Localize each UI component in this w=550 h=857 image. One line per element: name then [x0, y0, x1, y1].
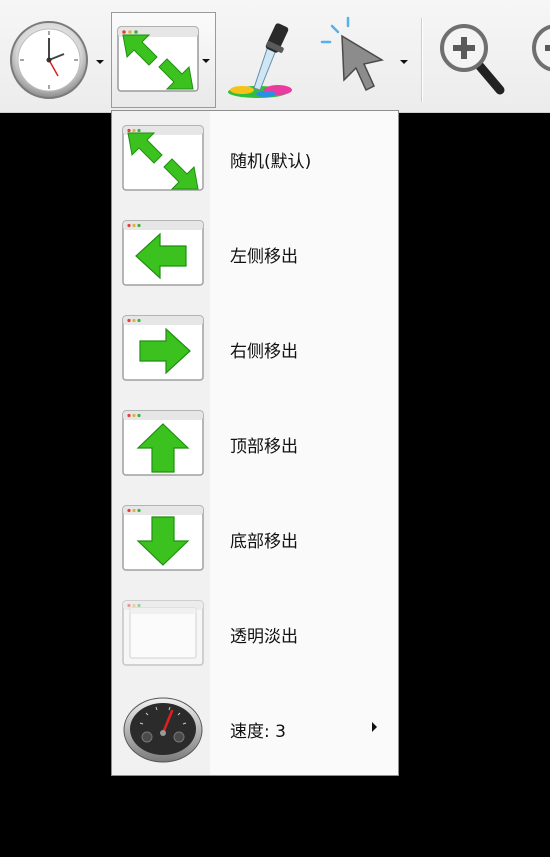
zoom-in-button[interactable]	[434, 10, 514, 100]
menu-item-label: 速度: 3	[230, 722, 286, 742]
transition-effect-menu: 随机(默认) 左侧移出 右侧移出 顶部移出 底部移出 透明淡出 速度: 3	[111, 110, 399, 776]
menu-item-speed[interactable]: 速度: 3	[113, 681, 397, 775]
arrow-right-window-icon	[122, 315, 204, 381]
transition-effect-button[interactable]	[111, 12, 216, 108]
pointer-icon	[320, 16, 384, 92]
clock-dropdown-arrow[interactable]	[96, 60, 104, 64]
toolbar-separator	[421, 18, 422, 102]
menu-item-fade-out[interactable]: 透明淡出	[113, 586, 397, 680]
fade-window-icon	[122, 600, 204, 666]
pointer-button[interactable]	[316, 10, 412, 100]
transition-dropdown-arrow[interactable]	[202, 59, 210, 63]
arrow-down-window-icon	[122, 505, 204, 571]
random-arrows-icon	[122, 125, 204, 191]
zoom-out-button[interactable]	[526, 10, 550, 100]
menu-item-label: 右侧移出	[230, 342, 298, 362]
menu-item-slide-up[interactable]: 顶部移出	[113, 396, 397, 490]
toolbar	[0, 0, 550, 113]
color-picker-button[interactable]	[222, 10, 304, 100]
menu-item-label: 顶部移出	[230, 437, 298, 457]
arrow-left-window-icon	[122, 220, 204, 286]
pointer-dropdown-arrow[interactable]	[400, 60, 408, 64]
clock-button[interactable]	[6, 10, 104, 100]
menu-item-label: 底部移出	[230, 532, 298, 552]
menu-item-label: 随机(默认)	[230, 152, 312, 172]
menu-item-slide-left[interactable]: 左侧移出	[113, 206, 397, 300]
arrow-up-window-icon	[122, 410, 204, 476]
menu-item-label: 左侧移出	[230, 247, 298, 267]
menu-item-random[interactable]: 随机(默认)	[113, 111, 397, 205]
zoom-in-icon	[440, 24, 505, 95]
speedometer-icon	[123, 697, 203, 763]
zoom-out-icon	[532, 24, 550, 72]
submenu-arrow-icon	[372, 722, 377, 732]
clock-icon	[10, 21, 88, 99]
color-picker-icon	[228, 23, 292, 98]
menu-item-slide-down[interactable]: 底部移出	[113, 491, 397, 585]
menu-item-slide-right[interactable]: 右侧移出	[113, 301, 397, 395]
transition-effect-icon	[117, 26, 199, 92]
menu-item-label: 透明淡出	[230, 627, 298, 647]
